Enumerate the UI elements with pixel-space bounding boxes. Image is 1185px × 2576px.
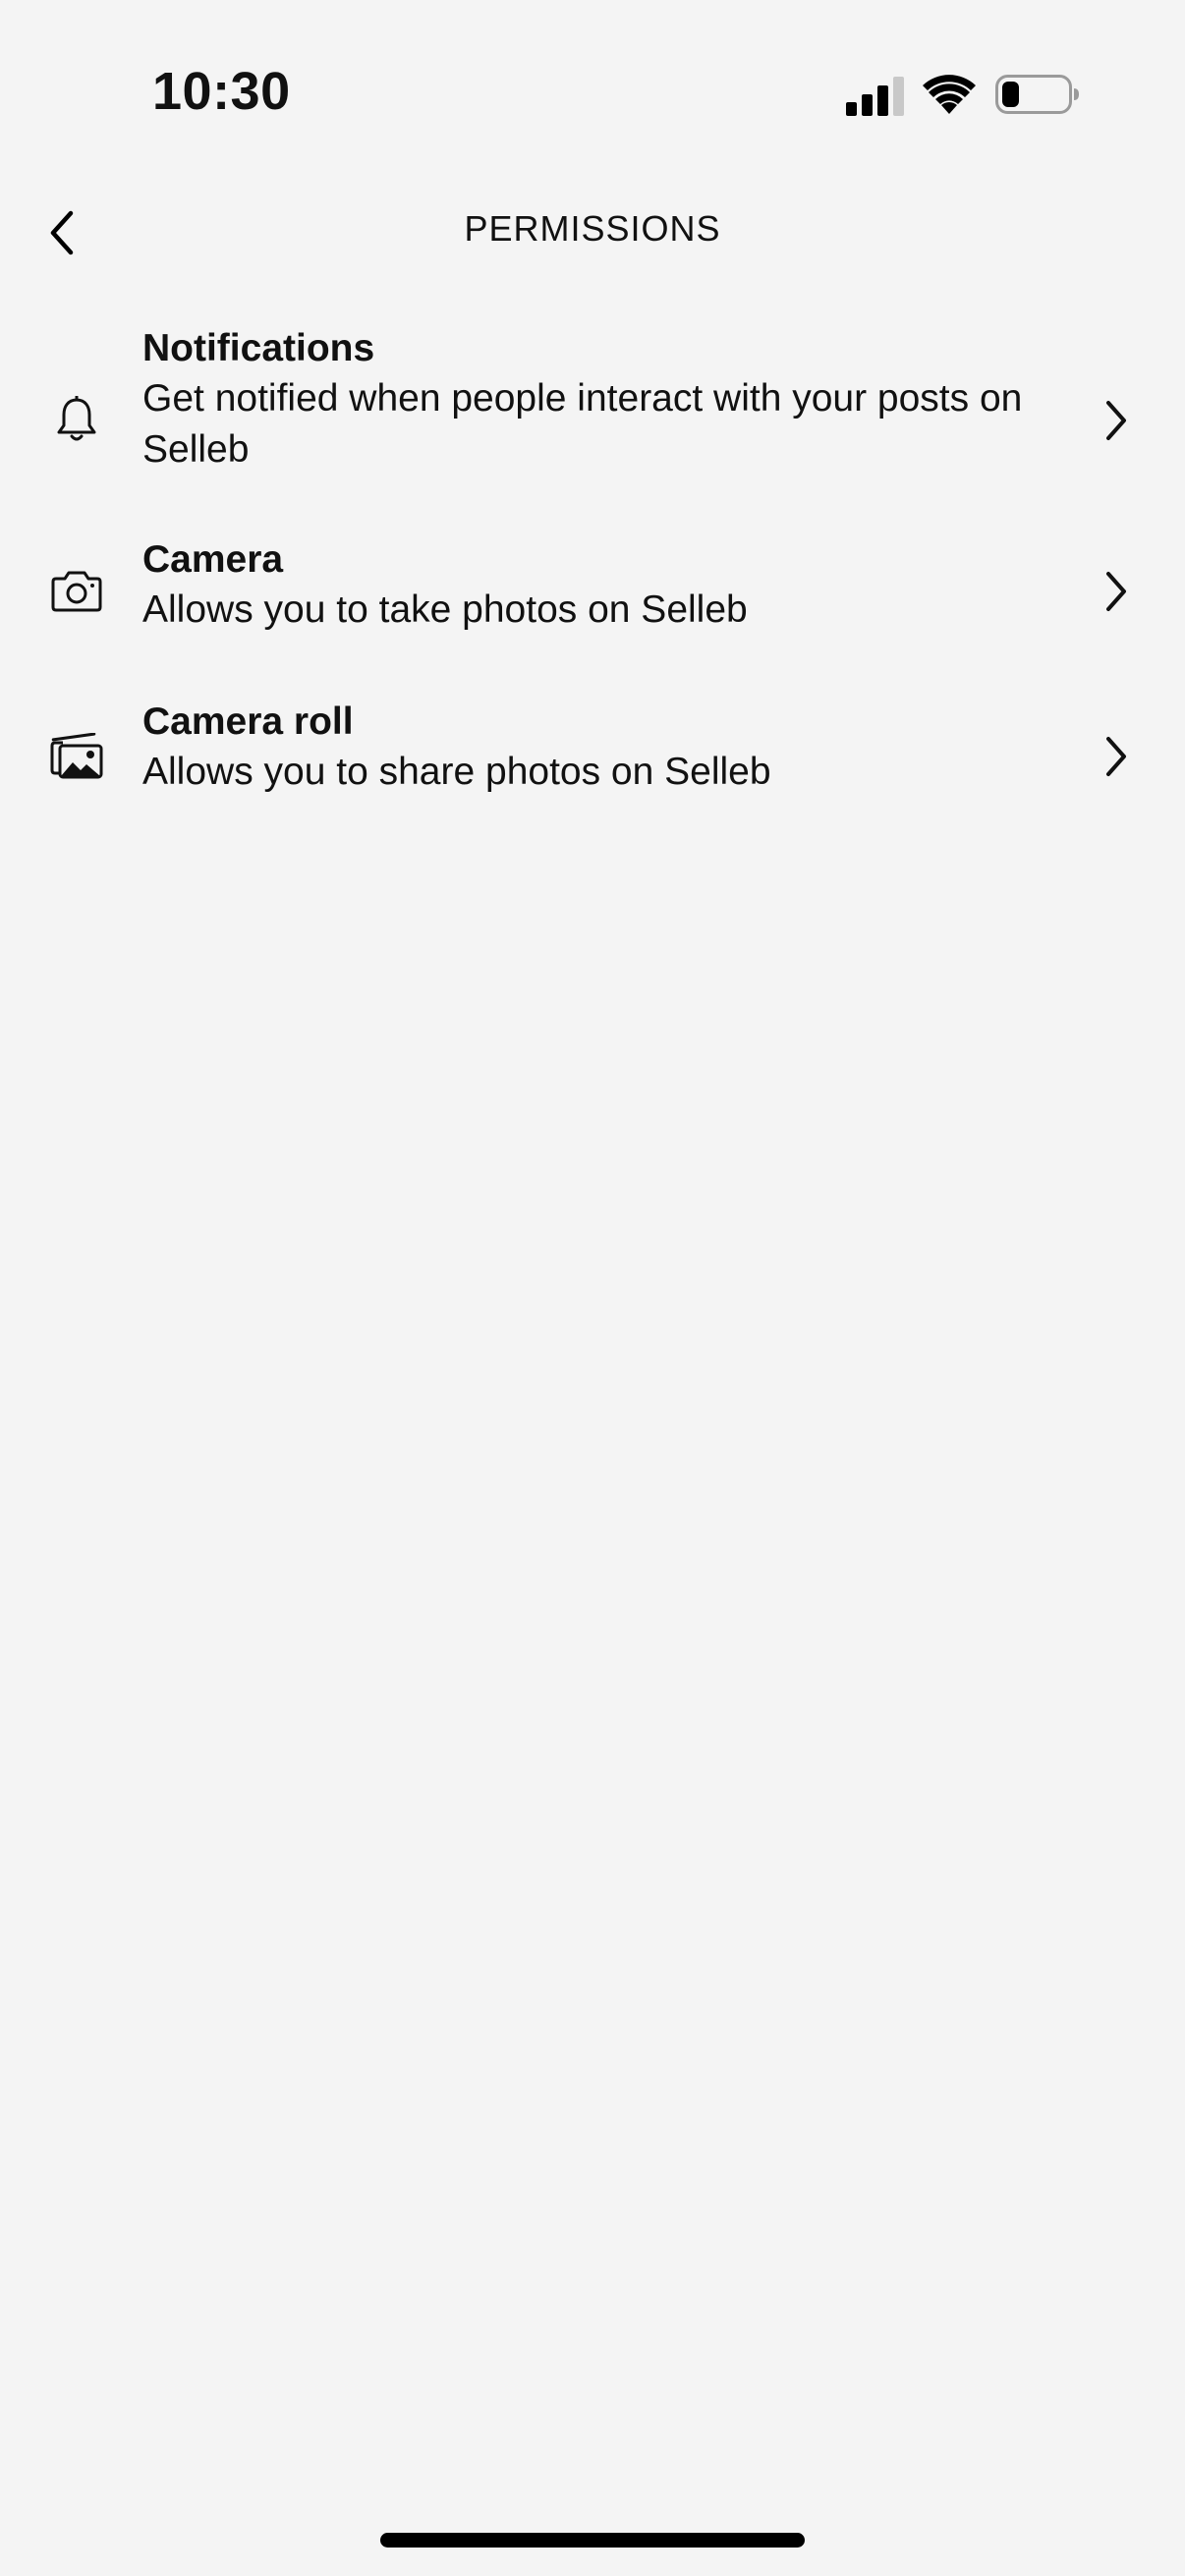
battery-icon xyxy=(995,75,1079,114)
permission-description: Allows you to take photos on Selleb xyxy=(142,588,748,631)
permission-description: Get notified when people interact with y… xyxy=(142,377,1023,471)
permission-description: Allows you to share photos on Selleb xyxy=(142,751,771,793)
permission-title: Camera xyxy=(142,538,284,581)
bell-icon xyxy=(57,396,96,441)
permission-row-notifications[interactable]: Notifications Get notified when people i… xyxy=(0,324,1185,501)
chevron-right-icon xyxy=(1106,401,1126,440)
permission-row-camera[interactable]: Camera Allows you to take photos on Sell… xyxy=(0,535,1185,698)
nav-bar: PERMISSIONS xyxy=(0,187,1185,275)
chevron-right-icon xyxy=(1106,572,1126,611)
status-time: 10:30 xyxy=(152,62,291,121)
chevron-right-icon xyxy=(1106,737,1126,776)
status-icons xyxy=(846,73,1082,120)
wifi-icon xyxy=(923,75,976,114)
camera-icon xyxy=(51,571,102,612)
page-title: PERMISSIONS xyxy=(464,208,721,249)
status-bar: 10:30 xyxy=(0,0,1185,187)
permission-title: Notifications xyxy=(142,327,375,369)
permissions-list: Notifications Get notified when people i… xyxy=(0,324,1185,815)
photo-library-icon xyxy=(50,733,103,779)
permission-title: Camera roll xyxy=(142,700,354,743)
permission-row-camera-roll[interactable]: Camera roll Allows you to share photos o… xyxy=(0,698,1185,815)
home-indicator[interactable] xyxy=(380,2533,805,2548)
cellular-signal-icon xyxy=(846,77,904,116)
